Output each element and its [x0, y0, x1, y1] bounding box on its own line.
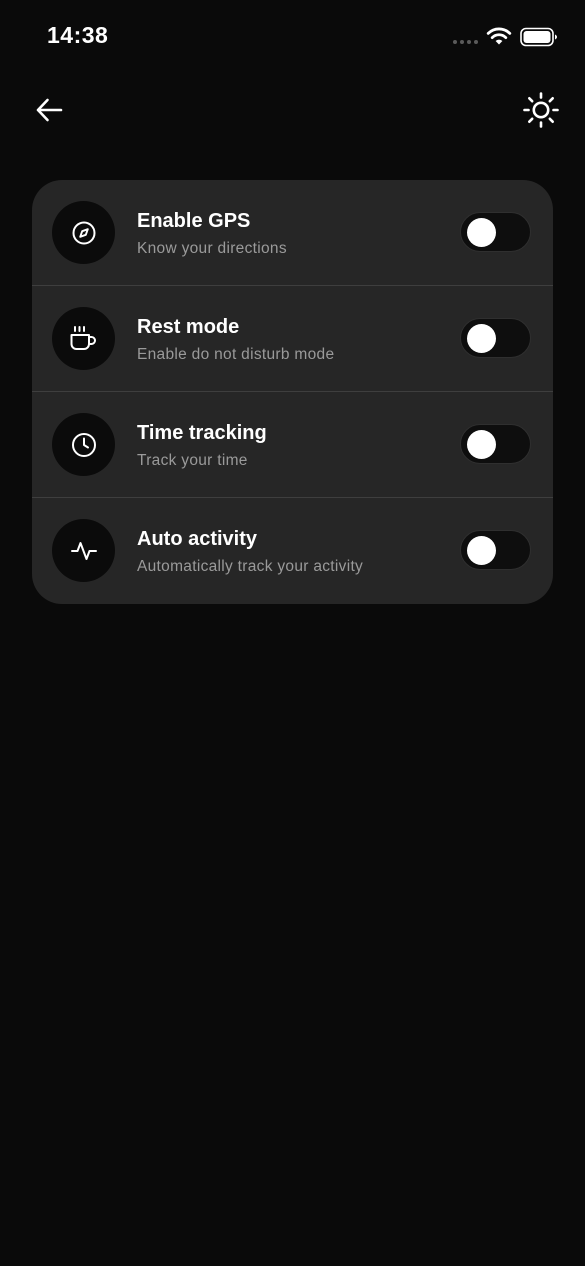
setting-title: Rest mode	[137, 316, 240, 338]
toggle-knob	[467, 218, 496, 247]
theme-toggle-button[interactable]	[520, 89, 562, 131]
setting-title: Auto activity	[137, 528, 258, 550]
auto-activity-icon-badge	[52, 519, 115, 582]
coffee-cup-icon	[70, 325, 96, 350]
gps-toggle[interactable]	[460, 212, 531, 252]
compass-icon	[72, 221, 95, 244]
wifi-icon	[486, 27, 512, 45]
back-button[interactable]	[30, 92, 68, 128]
status-time: 14:38	[47, 22, 109, 48]
setting-row-time-tracking: Time tracking Track your time	[32, 392, 553, 498]
toggle-knob	[467, 324, 496, 353]
toggle-knob	[467, 430, 496, 459]
rest-mode-icon-badge	[52, 307, 115, 370]
toggle-knob	[467, 536, 496, 565]
setting-row-rest-mode: Rest mode Enable do not disturb mode	[32, 286, 553, 392]
setting-row-auto-activity: Auto activity Automatically track your a…	[32, 498, 553, 604]
activity-pulse-icon	[70, 541, 97, 560]
setting-row-gps: Enable GPS Know your directions	[32, 180, 553, 286]
settings-card: Enable GPS Know your directions Rest mod…	[32, 180, 553, 604]
time-tracking-toggle[interactable]	[460, 424, 531, 464]
setting-title: Time tracking	[137, 422, 267, 444]
cellular-signal-icon	[453, 40, 478, 44]
setting-subtitle: Know your directions	[137, 240, 287, 257]
setting-title: Enable GPS	[137, 210, 251, 232]
setting-subtitle: Automatically track your activity	[137, 558, 364, 575]
auto-activity-toggle[interactable]	[460, 530, 531, 570]
setting-subtitle: Track your time	[137, 452, 248, 469]
time-tracking-icon-badge	[52, 413, 115, 476]
clock-icon	[71, 432, 96, 457]
status-bar: 14:38	[0, 0, 585, 74]
battery-icon	[520, 27, 557, 47]
rest-mode-toggle[interactable]	[460, 318, 531, 358]
gps-icon-badge	[52, 201, 115, 264]
arrow-left-icon	[36, 98, 63, 122]
setting-subtitle: Enable do not disturb mode	[137, 346, 335, 363]
sun-icon	[523, 92, 559, 128]
